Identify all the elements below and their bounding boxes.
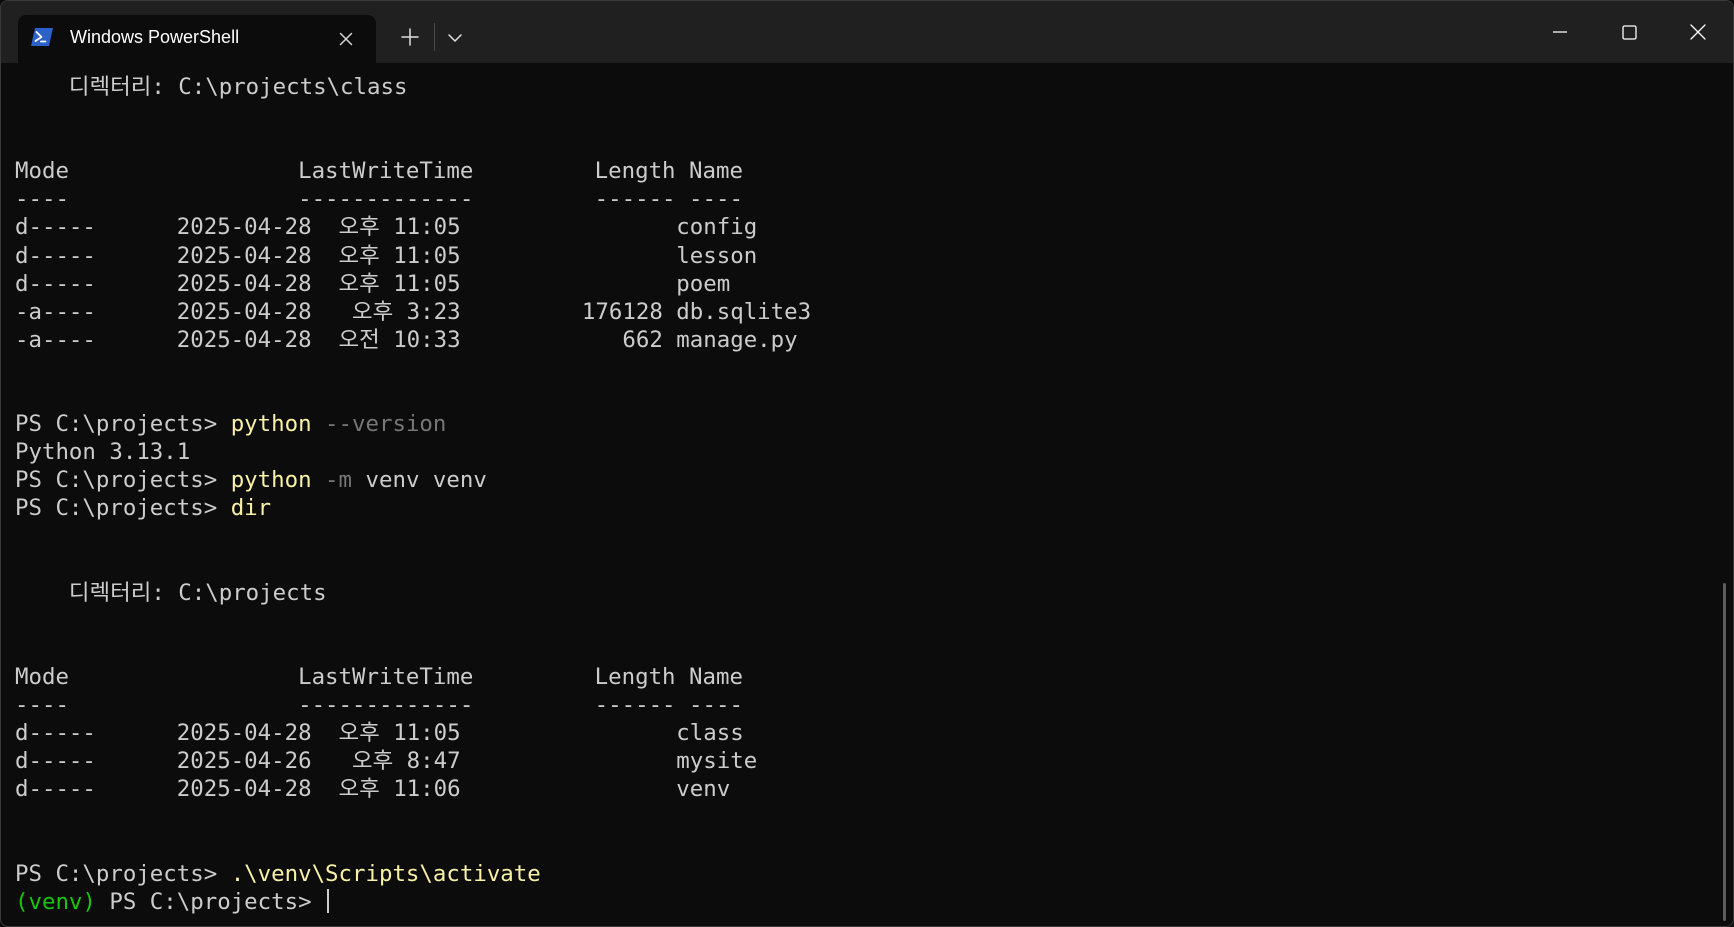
tab-title: Windows PowerShell [70, 27, 240, 47]
command-parameter: -m [311, 467, 353, 494]
command-line: PS C:\projects> .\venv\Scripts\activate [15, 860, 1705, 888]
listing-row: -a---- 2025-04-28 오전 10:33 662 manage.py [15, 326, 798, 353]
active-prompt-line[interactable]: (venv) PS C:\projects> [15, 888, 1705, 916]
listing-row: d----- 2025-04-28 오후 11:06 venv [15, 776, 731, 803]
new-tab-button[interactable] [390, 19, 430, 55]
listing-header: Mode LastWriteTime Length Name [15, 158, 743, 185]
command-line: PS C:\projects> python -m venv venv [15, 466, 1705, 494]
listing-separator: ---- ------------- ------ ---- [15, 692, 743, 719]
prompt: PS C:\projects> [15, 411, 231, 438]
command-line: PS C:\projects> python --version [15, 410, 1705, 438]
directory-label: 디렉터리: C:\projects\class [15, 74, 408, 100]
scrollbar-thumb[interactable] [1723, 583, 1726, 921]
command-name: dir [230, 495, 272, 522]
command-output: Python 3.13.1 [15, 439, 191, 466]
prompt: PS C:\projects> [15, 860, 231, 887]
close-window-button[interactable] [1669, 11, 1727, 53]
listing-row: d----- 2025-04-28 오후 11:05 poem [15, 270, 731, 297]
text-cursor [327, 888, 330, 913]
command-name: python [230, 467, 312, 494]
listing-header: Mode LastWriteTime Length Name [15, 663, 743, 690]
maximize-button[interactable] [1600, 11, 1658, 53]
terminal-window: Windows PowerShell 디렉터리: C:\projects\cla… [0, 0, 1734, 927]
command-parameter: --version [311, 411, 447, 438]
venv-prefix: (venv) [15, 888, 96, 915]
command-arguments: venv venv [352, 467, 487, 494]
close-tab-icon[interactable] [332, 25, 360, 53]
command-name: .\venv\Scripts\activate [230, 860, 541, 887]
listing-row: d----- 2025-04-28 오후 11:05 lesson [15, 242, 758, 269]
terminal-output[interactable]: 디렉터리: C:\projects\class Mode LastWriteTi… [15, 73, 1705, 919]
listing-row: d----- 2025-04-26 오후 8:47 mysite [15, 748, 758, 775]
prompt: PS C:\projects> [15, 495, 231, 522]
prompt: PS C:\projects> [15, 467, 231, 494]
powershell-icon [31, 28, 53, 46]
title-bar[interactable]: Windows PowerShell [1, 1, 1733, 63]
prompt: PS C:\projects> [95, 888, 326, 915]
command-line: PS C:\projects> dir [15, 494, 1705, 522]
listing-row: d----- 2025-04-28 오후 11:05 config [15, 214, 758, 241]
command-name: python [230, 411, 312, 438]
directory-label: 디렉터리: C:\projects [15, 579, 327, 606]
listing-row: -a---- 2025-04-28 오후 3:23 176128 db.sqli… [15, 298, 812, 325]
dropdown-button[interactable] [435, 19, 475, 55]
listing-separator: ---- ------------- ------ ---- [15, 186, 743, 213]
tab-windows-powershell[interactable]: Windows PowerShell [18, 15, 376, 63]
minimize-button[interactable] [1531, 11, 1589, 53]
listing-row: d----- 2025-04-28 오후 11:05 class [15, 720, 744, 747]
